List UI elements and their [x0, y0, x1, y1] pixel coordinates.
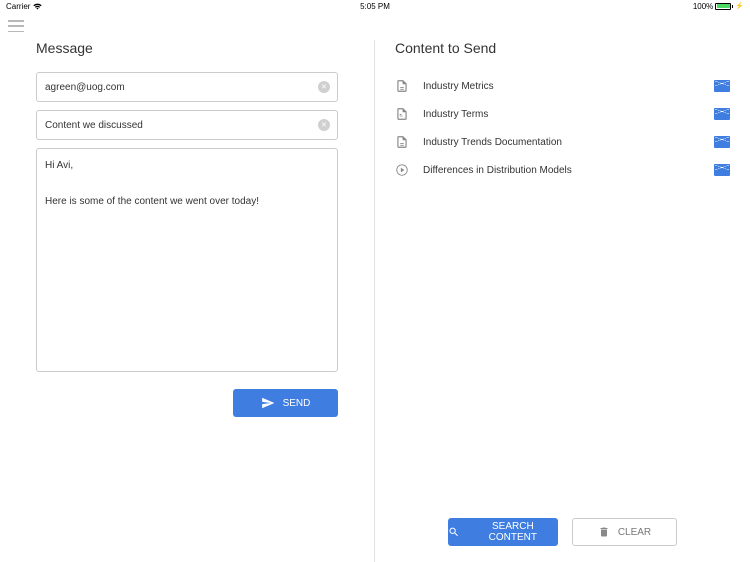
content-title: Content to Send	[395, 40, 730, 56]
content-item-label: Industry Terms	[423, 109, 700, 120]
trash-icon	[598, 526, 610, 538]
pdf-icon	[395, 107, 409, 121]
content-item[interactable]: Industry Metrics	[395, 72, 730, 100]
video-icon	[395, 163, 409, 177]
content-item-label: Industry Trends Documentation	[423, 137, 700, 148]
content-panel: Content to Send Industry Metrics	[375, 40, 750, 562]
content-item-label: Industry Metrics	[423, 81, 700, 92]
menu-button[interactable]	[8, 20, 24, 32]
document-icon	[395, 79, 409, 93]
bottom-button-row: SEARCH CONTENT CLEAR	[395, 518, 730, 550]
mail-icon[interactable]	[714, 108, 730, 120]
message-panel: Message SEND	[0, 40, 375, 562]
document-icon	[395, 135, 409, 149]
mail-icon[interactable]	[714, 164, 730, 176]
mail-icon[interactable]	[714, 136, 730, 148]
search-content-button[interactable]: SEARCH CONTENT	[448, 518, 558, 546]
content-list: Industry Metrics Industry Terms	[395, 72, 730, 518]
clear-button[interactable]: CLEAR	[572, 518, 677, 546]
message-body-input[interactable]	[36, 148, 338, 372]
wifi-icon	[33, 3, 42, 10]
clear-subject-icon[interactable]	[318, 119, 330, 131]
clear-button-label: CLEAR	[618, 527, 651, 538]
clear-email-icon[interactable]	[318, 81, 330, 93]
battery-icon	[715, 3, 733, 10]
subject-input-group	[36, 110, 338, 140]
content-item[interactable]: Differences in Distribution Models	[395, 156, 730, 184]
send-icon	[261, 396, 275, 410]
content-item[interactable]: Industry Terms	[395, 100, 730, 128]
charging-icon: ⚡	[735, 2, 744, 10]
status-right: 100% ⚡	[693, 2, 744, 11]
search-button-label: SEARCH CONTENT	[468, 521, 558, 543]
search-icon	[448, 526, 460, 538]
send-button-label: SEND	[283, 398, 311, 409]
subject-input[interactable]	[36, 110, 338, 140]
email-input-group	[36, 72, 338, 102]
battery-percent: 100%	[693, 2, 713, 11]
email-input[interactable]	[36, 72, 338, 102]
send-button[interactable]: SEND	[233, 389, 338, 417]
send-row: SEND	[36, 389, 338, 417]
body-container	[36, 148, 338, 377]
message-title: Message	[36, 40, 338, 56]
status-time: 5:05 PM	[360, 2, 390, 11]
status-bar: Carrier 5:05 PM 100% ⚡	[0, 0, 750, 12]
mail-icon[interactable]	[714, 80, 730, 92]
content-item[interactable]: Industry Trends Documentation	[395, 128, 730, 156]
content-item-label: Differences in Distribution Models	[423, 165, 700, 176]
status-left: Carrier	[6, 2, 42, 11]
carrier-label: Carrier	[6, 2, 30, 11]
